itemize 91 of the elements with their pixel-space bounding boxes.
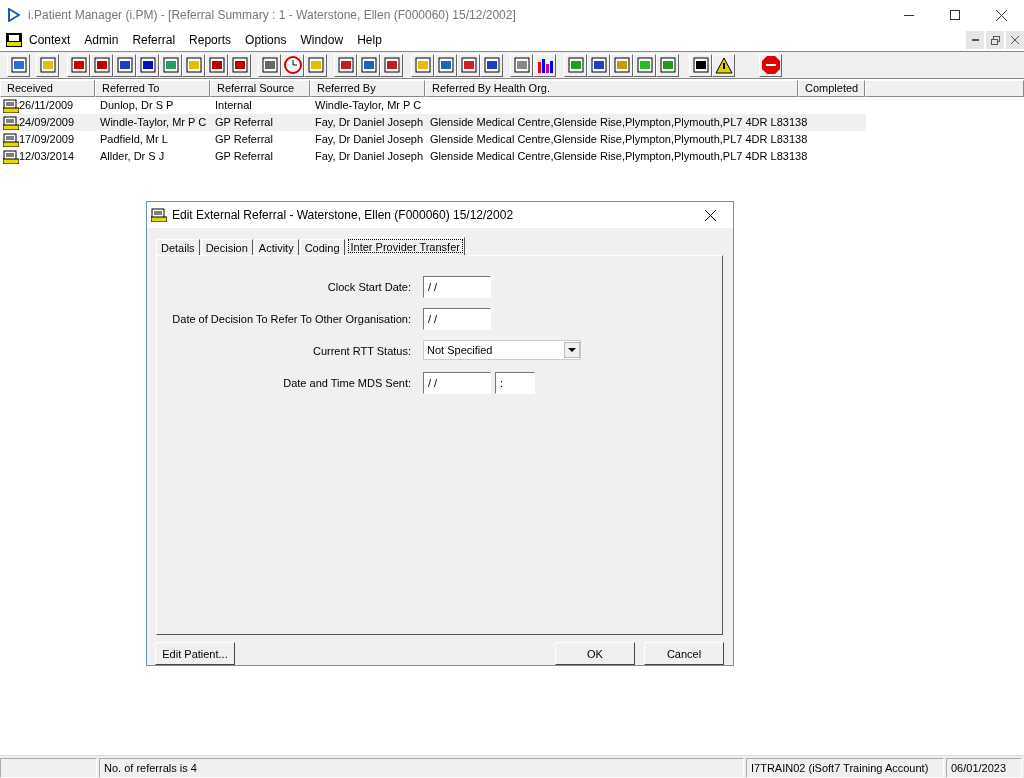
dropdown-arrow-icon (564, 342, 580, 358)
restore-button[interactable] (986, 31, 1004, 49)
menu-item[interactable]: Help (350, 33, 389, 47)
toolbar-button[interactable] (334, 53, 357, 77)
toolbar-button[interactable] (533, 53, 556, 77)
tab[interactable]: Details (156, 239, 200, 255)
toolbar-button[interactable] (480, 53, 503, 77)
table-cell-text: Fay, Dr Daniel Joseph (315, 115, 423, 130)
column-header[interactable]: Received (0, 80, 95, 97)
table-cell-text: Glenside Medical Centre,Glenside Rise,Plympton,Plymouth,PL7 4DR L83138 (430, 115, 808, 130)
edit-patient-button[interactable]: Edit Patient... (155, 642, 235, 665)
toolbar-button[interactable] (434, 53, 457, 77)
table-cell-text: 26/11/2009 (19, 98, 74, 113)
status-dropdown[interactable]: Not Specified (423, 340, 581, 360)
close-icon (1011, 36, 1019, 44)
column-header[interactable]: Referral Source (210, 80, 310, 97)
table-cell-text: Dunlop, Dr S P (100, 98, 174, 113)
toolbar-button[interactable] (205, 53, 228, 77)
table-cell-text: 24/09/2009 (19, 115, 75, 130)
status-date: 06/01/2023 (946, 758, 1022, 778)
exit-sign-icon (761, 56, 780, 74)
referral-icon (3, 132, 19, 147)
menu-item[interactable]: Window (293, 33, 351, 47)
toolbar-button[interactable] (228, 53, 251, 77)
minimize-button[interactable] (966, 31, 984, 49)
date-field[interactable]: / / (423, 276, 491, 298)
app-logo-icon (8, 8, 20, 22)
tab[interactable]: Decision (200, 239, 253, 255)
table-cell-text: 17/09/2009 (19, 132, 75, 147)
toolbar-button[interactable] (380, 53, 403, 77)
bar-chart-icon (535, 56, 554, 74)
table-cell-text: Internal (215, 98, 252, 113)
table-cell-text: GP Referral (215, 149, 273, 164)
column-header[interactable]: Completed (798, 80, 865, 97)
status-message: No. of referrals is 4 (99, 758, 744, 778)
table-cell-text: Allder, Dr S J (100, 149, 165, 164)
toolbar-button[interactable] (136, 53, 159, 77)
date-field[interactable]: / / (423, 308, 491, 330)
close-icon (995, 9, 1007, 21)
menu-item[interactable]: Context (22, 33, 78, 47)
cancel-button[interactable]: Cancel (644, 642, 724, 665)
tab[interactable]: Coding (299, 239, 345, 255)
field-label: Current RTT Status: (311, 344, 411, 359)
toolbar-button[interactable] (90, 53, 113, 77)
maximize-icon (950, 10, 960, 20)
restore-icon (990, 35, 1000, 45)
table-cell-text: Glenside Medical Centre,Glenside Rise,Plympton,Plymouth,PL7 4DR L83138 (430, 132, 808, 147)
referral-icon (3, 98, 19, 113)
table-cell-text: GP Referral (215, 115, 273, 130)
table-row[interactable]: 24/09/2009 Windle-Taylor, Mr P C GP Referral Fay, Dr Daniel Joseph Glenside Medical Centre,Glenside Rise,Plympton,Plymouth,PL7 4DR L83138 (0, 114, 866, 131)
close-icon (704, 209, 716, 221)
warning-icon (714, 56, 733, 74)
field-label: Date of Decision To Refer To Other Organisation: (171, 312, 411, 327)
field-label: Clock Start Date: (326, 280, 411, 295)
table-cell-text: 12/03/2014 (19, 149, 75, 164)
menu-item[interactable]: Reports (182, 33, 239, 47)
tab[interactable]: Inter Provider Transfer (345, 237, 465, 255)
table-cell-text: Fay, Dr Daniel Joseph (315, 132, 423, 147)
table-cell-text: Windle-Taylor, Mr P C (100, 115, 207, 130)
referral-icon (3, 149, 19, 164)
referral-icon (3, 115, 19, 130)
field-label: Date and Time MDS Sent: (282, 376, 411, 391)
column-header[interactable]: Referred By Health Org. (425, 80, 798, 97)
document-menu-icon[interactable] (6, 33, 22, 47)
toolbar-button[interactable] (587, 53, 610, 77)
toolbar-button[interactable] (689, 53, 712, 77)
table-cell-text: Padfield, Mr L (100, 132, 168, 147)
ok-button[interactable]: OK (555, 642, 635, 665)
dialog-title: Edit External Referral - Waterstone, Ellen (F000060) 15/12/2002 (172, 208, 515, 222)
status-account: I7TRAIN02 (iSoft7 Training Account) (746, 758, 944, 778)
column-header[interactable]: Referred To (95, 80, 210, 97)
table-cell-text: Fay, Dr Daniel Joseph (315, 149, 423, 164)
toolbar-button[interactable] (712, 53, 735, 77)
time-field[interactable]: : (495, 372, 535, 394)
column-header[interactable]: Referred By (310, 80, 425, 97)
clock-icon (283, 56, 302, 74)
table-cell-text: GP Referral (215, 132, 273, 147)
close-button[interactable] (1006, 31, 1024, 49)
menu-item[interactable]: Admin (77, 33, 126, 47)
toolbar-button[interactable] (113, 53, 136, 77)
toolbar-button[interactable] (357, 53, 380, 77)
minimize-icon (971, 39, 979, 41)
table-cell-text: Windle-Taylor, Mr P C (315, 98, 422, 113)
table-cell-text: Glenside Medical Centre,Glenside Rise,Plympton,Plymouth,PL7 4DR L83138 (430, 149, 808, 164)
menu-item[interactable]: Referral (125, 33, 183, 47)
tab[interactable]: Activity (253, 239, 299, 255)
menu-item[interactable]: Options (238, 33, 294, 47)
referral-icon (151, 208, 167, 222)
date-field[interactable]: / / (423, 372, 491, 394)
window-title: i.Patient Manager (i.PM) - [Referral Summary : 1 - Waterstone, Ellen (F000060) 15/12/2002] (28, 8, 517, 22)
minimize-icon (904, 14, 914, 16)
